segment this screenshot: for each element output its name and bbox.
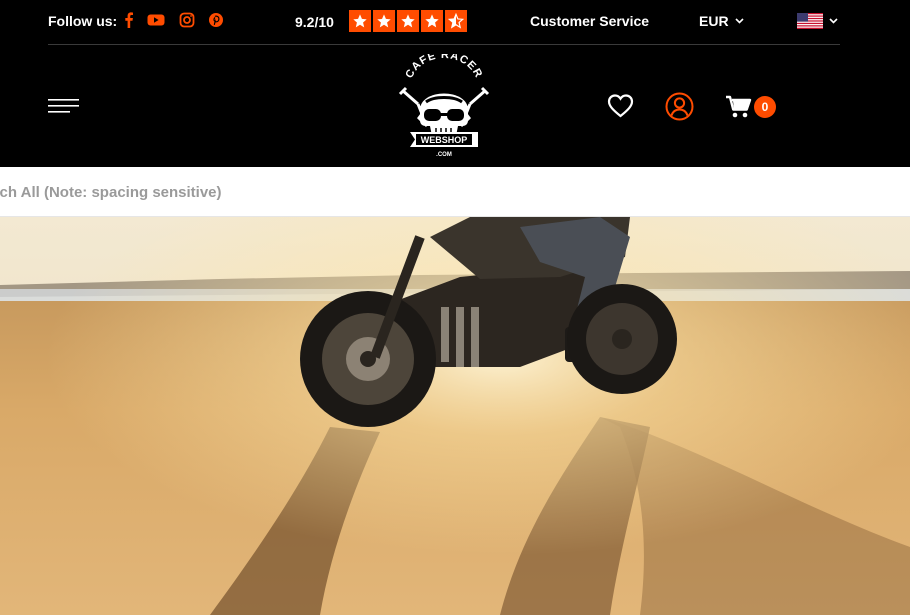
rating-score: 9.2/10: [295, 14, 334, 30]
star-icon: [349, 10, 371, 32]
half-star-icon: [445, 10, 467, 32]
rating-stars: [349, 10, 467, 32]
language-selector[interactable]: [797, 13, 838, 29]
hero-motorcycle-photo: [0, 217, 910, 615]
cart-count-badge: 0: [754, 96, 776, 118]
top-bar: Follow us: 9.2/10 Customer Service EUR: [48, 0, 840, 45]
site-header: Follow us: 9.2/10 Customer Service EUR C…: [0, 0, 910, 167]
follow-us-label: Follow us:: [48, 13, 118, 29]
currency-value: EUR: [699, 13, 729, 29]
search-bar: [0, 167, 910, 217]
chevron-down-icon: [829, 18, 838, 24]
customer-service-link[interactable]: Customer Service: [530, 13, 649, 29]
currency-selector[interactable]: EUR: [699, 13, 744, 29]
us-flag-icon: [797, 13, 823, 29]
wishlist-heart-icon[interactable]: [607, 93, 634, 119]
facebook-icon[interactable]: [121, 12, 137, 28]
star-icon: [421, 10, 443, 32]
search-input[interactable]: [0, 167, 867, 216]
pinterest-icon[interactable]: [208, 12, 224, 28]
instagram-icon[interactable]: [179, 12, 195, 28]
star-icon: [373, 10, 395, 32]
logo[interactable]: CAFE RACER WEBSHOP .COM: [396, 54, 492, 160]
logo-bottom-text: .COM: [436, 152, 452, 158]
youtube-icon[interactable]: [147, 12, 165, 28]
chevron-down-icon: [734, 18, 744, 24]
logo-banner-text: WEBSHOP: [421, 135, 468, 145]
star-icon: [397, 10, 419, 32]
shopping-cart-icon[interactable]: [725, 95, 752, 119]
hero-banner-image: [0, 217, 910, 615]
hamburger-menu-icon[interactable]: [48, 97, 79, 117]
logo-top-text: CAFE RACER: [403, 54, 484, 80]
account-user-icon[interactable]: [665, 92, 694, 121]
